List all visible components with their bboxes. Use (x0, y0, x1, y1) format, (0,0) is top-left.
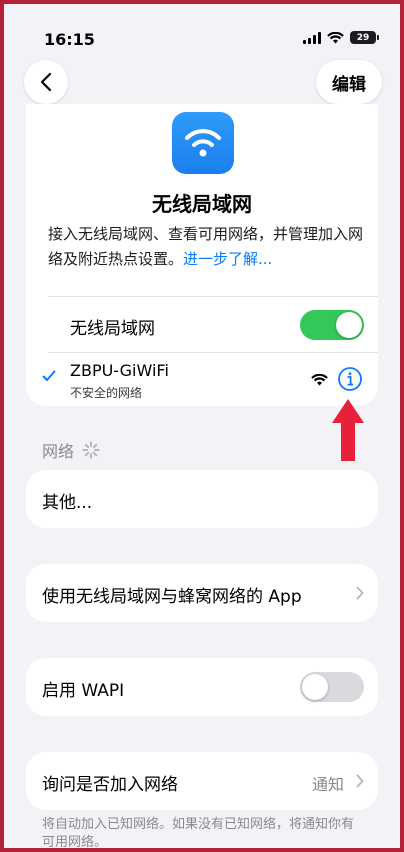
wapi-label: 启用 WAPI (42, 681, 125, 701)
ask-join-label: 询问是否加入网络 (42, 775, 178, 795)
battery-icon: 29 (350, 31, 379, 44)
wifi-app-icon (172, 112, 234, 174)
wapi-toggle[interactable] (300, 672, 364, 702)
description: 接入无线局域网、查看可用网络，并管理加入网络及附近热点设置。进一步了解... (48, 222, 368, 272)
divider (48, 352, 378, 353)
page-title: 无线局域网 (152, 192, 252, 216)
checkmark-icon (42, 370, 56, 381)
wifi-toggle-label: 无线局域网 (70, 319, 155, 339)
status-bar: 16:15 29 (4, 4, 400, 60)
other-label: 其他... (42, 493, 93, 513)
ask-to-join-row[interactable]: 询问是否加入网络 通知 (26, 752, 378, 810)
divider (48, 296, 378, 297)
edit-button[interactable]: 编辑 (316, 60, 382, 104)
other-network-row[interactable]: 其他... (26, 470, 378, 528)
wifi-header-card: 无线局域网 接入无线局域网、查看可用网络，并管理加入网络及附近热点设置。进一步了… (26, 104, 378, 406)
chevron-right-icon (356, 774, 364, 788)
footer-note: 将自动加入已知网络。如果没有已知网络，将通知你有可用网络。 (42, 817, 355, 848)
wapi-row: 启用 WAPI (26, 658, 378, 716)
networks-section-title: 网络 (42, 442, 75, 461)
loading-spinner-icon (82, 441, 100, 459)
screen: 16:15 29 编辑 无线局域网 接入无线局域网、查看可用网络，并管理加入网络… (4, 4, 400, 848)
learn-more-link[interactable]: 进一步了解... (183, 250, 272, 268)
status-icons: 29 (303, 31, 379, 44)
apps-row-label: 使用无线局域网与蜂窝网络的 App (42, 587, 302, 607)
info-icon[interactable] (337, 366, 363, 392)
networks-section-header: 网络 (42, 438, 100, 462)
back-button[interactable] (24, 60, 68, 104)
wifi-icon (327, 31, 344, 43)
back-chevron-icon (40, 72, 52, 92)
apps-using-wifi-row[interactable]: 使用无线局域网与蜂窝网络的 App (26, 564, 378, 622)
signal-icon (303, 31, 321, 44)
chevron-right-icon (356, 586, 364, 600)
wifi-strength-icon (311, 374, 328, 386)
network-name: ZBPU-GiWiFi (70, 361, 169, 380)
battery-level: 29 (356, 32, 370, 43)
wifi-toggle[interactable] (300, 310, 364, 340)
ask-join-value: 通知 (311, 775, 344, 794)
status-time: 16:15 (44, 30, 95, 49)
red-arrow-icon (332, 399, 364, 461)
network-subtitle: 不安全的网络 (70, 386, 143, 400)
